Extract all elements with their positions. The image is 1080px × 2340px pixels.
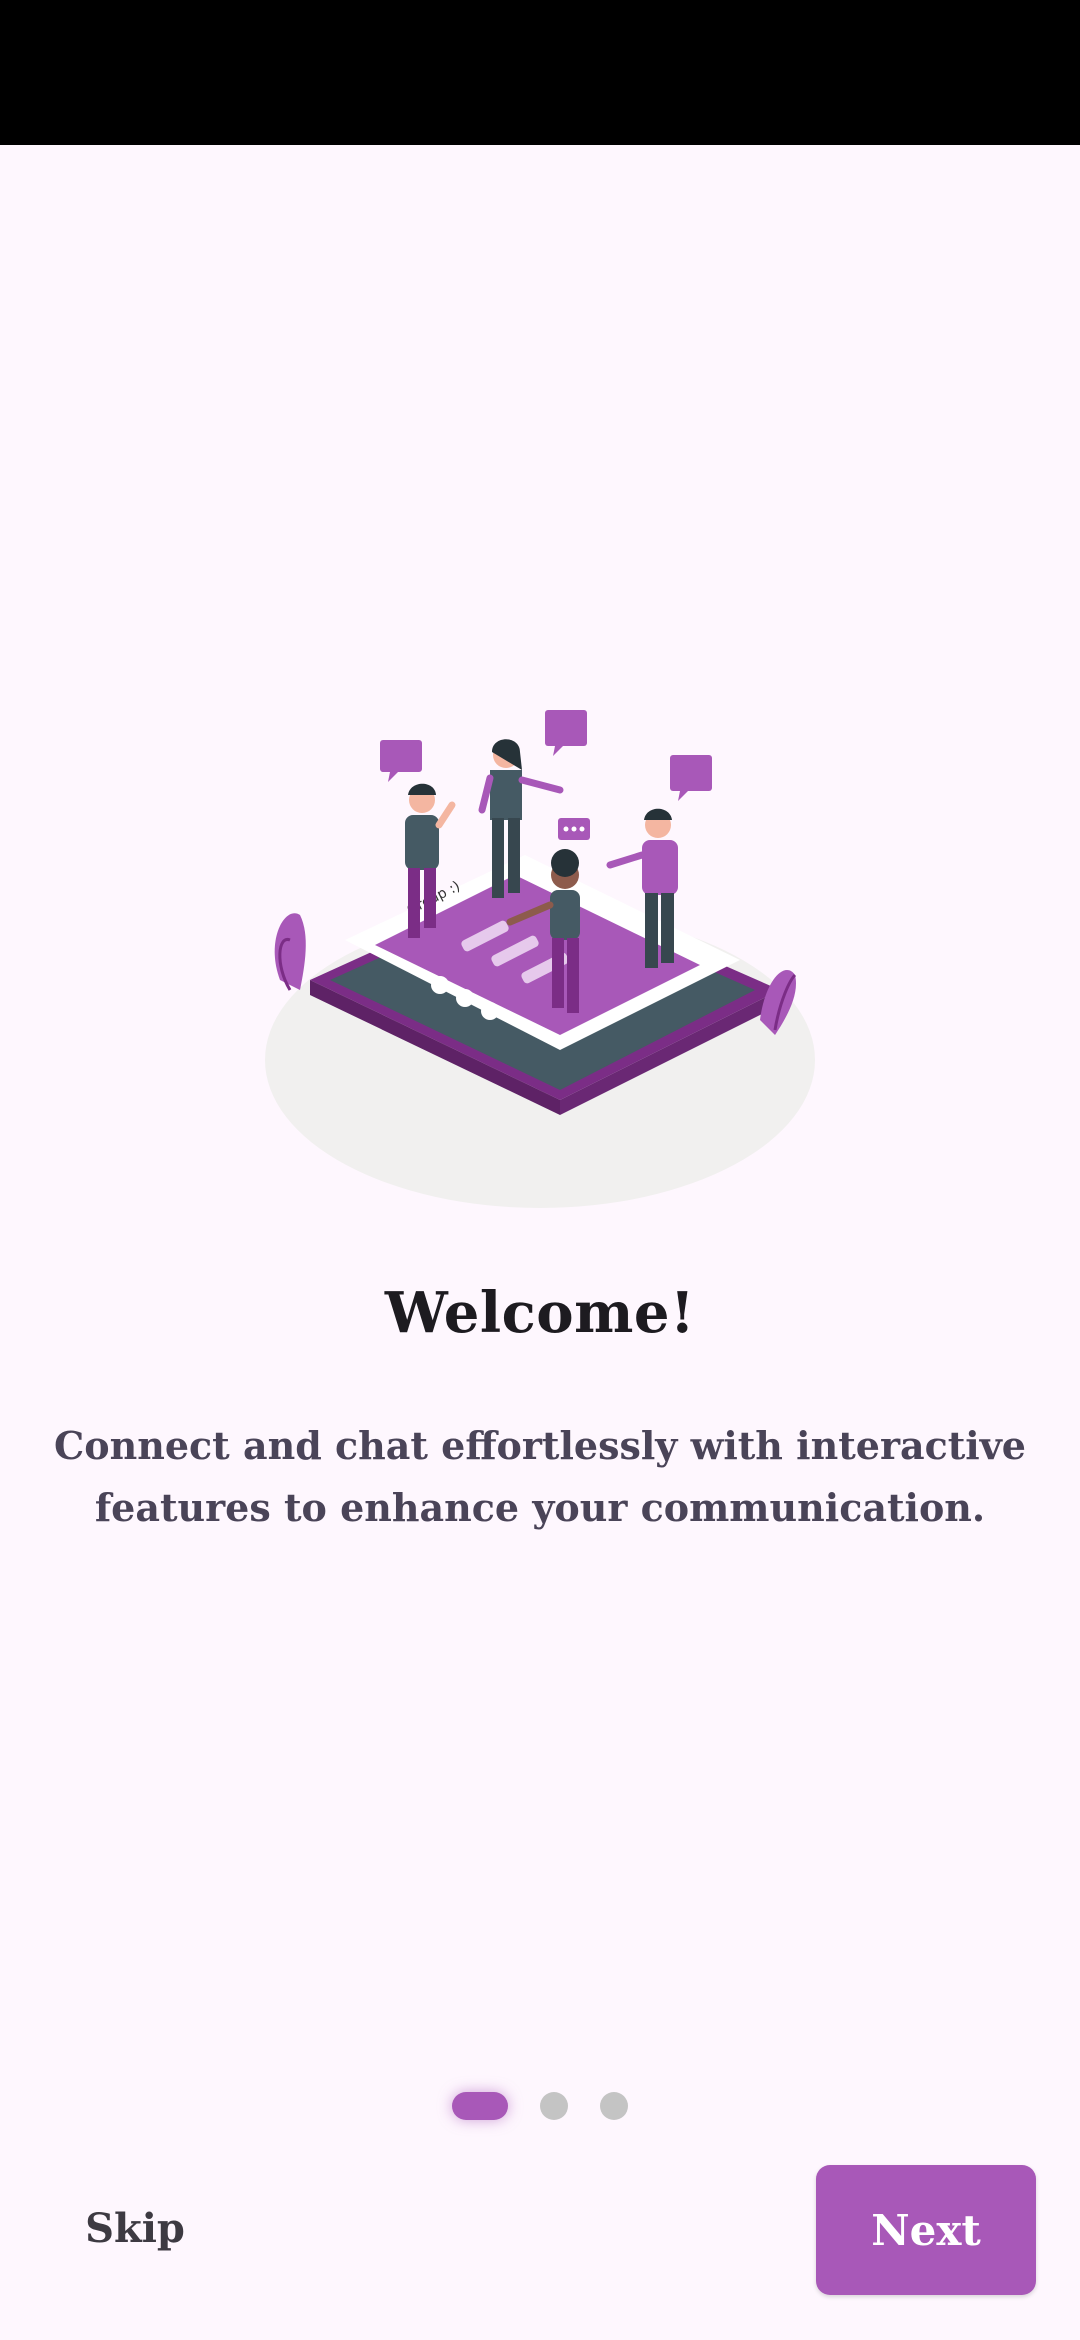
- welcome-description: Connect and chat effortlessly with inter…: [54, 1423, 1026, 1530]
- page-dot: [600, 2092, 628, 2120]
- page-indicator: [0, 2091, 1080, 2121]
- status-bar: [0, 0, 1080, 145]
- onboarding-screen: Group :): [0, 0, 1080, 2340]
- next-button[interactable]: Next: [816, 2165, 1036, 2295]
- group-chat-illustration: Group :): [260, 690, 820, 1210]
- page-dot: [540, 2092, 568, 2120]
- skip-button[interactable]: Skip: [60, 2188, 210, 2268]
- page-dot-active: [452, 2092, 508, 2120]
- welcome-title: Welcome!: [384, 1280, 696, 1346]
